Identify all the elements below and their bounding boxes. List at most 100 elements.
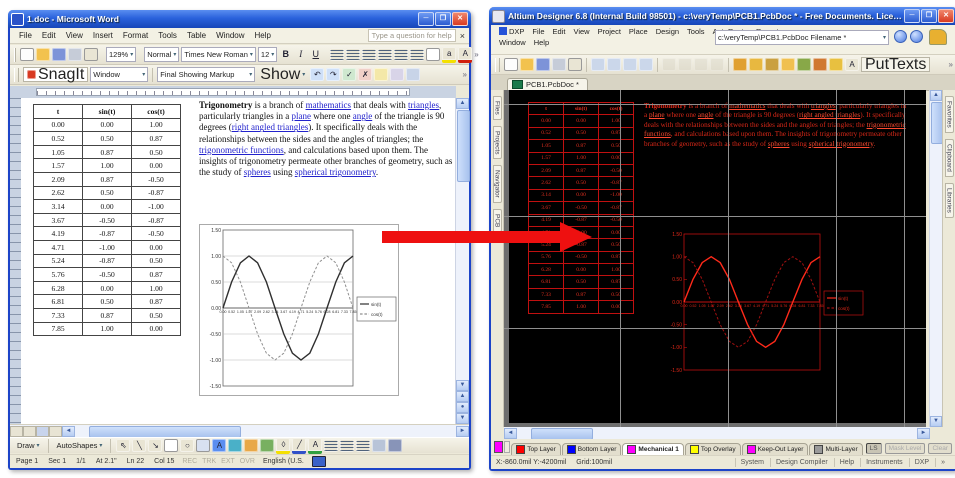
ls-button[interactable]: LS (866, 443, 882, 454)
cut-icon[interactable] (662, 58, 676, 71)
place-string-icon[interactable]: A (845, 58, 859, 71)
open-icon[interactable] (520, 58, 534, 71)
scroll-left-icon[interactable]: ◄ (62, 426, 75, 437)
scroll-thumb[interactable] (457, 110, 470, 182)
pcb-document-tab[interactable]: PCB1.PcbDoc * (507, 78, 588, 90)
previous-change-icon[interactable]: ↶ (310, 68, 324, 81)
menu-help[interactable]: Help (530, 37, 553, 48)
panel-tab-projects[interactable]: Projects (493, 126, 502, 159)
hyperlink[interactable]: right angled triangles (232, 122, 308, 132)
scroll-right-icon[interactable]: ► (917, 428, 930, 439)
open-folder-icon[interactable] (36, 48, 50, 61)
new-document-icon[interactable] (504, 58, 518, 71)
menu-file[interactable]: File (528, 26, 548, 37)
snagit-button[interactable]: SnagIt (23, 67, 88, 82)
zoom-window-icon[interactable] (591, 58, 605, 71)
web-layout-view-button[interactable] (23, 426, 36, 437)
hyperlink[interactable]: trigonometric functions (199, 145, 284, 155)
layer-tab-keep-out-layer[interactable]: Keep-Out Layer (742, 443, 809, 455)
scroll-down-icon[interactable]: ▼ (930, 416, 942, 427)
word-vertical-scrollbar[interactable]: ▲ ▼ ▲ ● ▼ (455, 98, 469, 424)
place-fill-icon[interactable] (797, 58, 811, 71)
show-menu-button[interactable]: Show▾ (257, 68, 308, 81)
toolbar-overflow-chevron[interactable]: » (949, 60, 953, 69)
status-toggle-rec[interactable]: REC (182, 458, 197, 465)
menu-insert[interactable]: Insert (88, 30, 118, 41)
print-icon[interactable] (68, 48, 82, 61)
new-comment-icon[interactable] (374, 68, 388, 81)
menu-help[interactable]: Help (250, 30, 276, 41)
menu-view[interactable]: View (569, 26, 593, 37)
layer-tab-multi-layer[interactable]: Multi-Layer (809, 443, 862, 455)
panel-tab-libraries[interactable]: Libraries (945, 183, 954, 218)
minimize-button[interactable]: ─ (904, 9, 920, 23)
snagit-window-combo[interactable]: Window▾ (90, 67, 148, 82)
panel-tab-clipboard[interactable]: Clipboard (945, 139, 954, 177)
status-toggle-ovr[interactable]: OVR (240, 458, 255, 465)
altium-vertical-scrollbar[interactable]: ▲ ▼ (929, 90, 942, 427)
menu-edit[interactable]: Edit (37, 30, 61, 41)
hyperlink[interactable]: spheres (768, 140, 790, 148)
layer-tab-mechanical-1[interactable]: Mechanical 1 (622, 443, 683, 455)
save-icon[interactable] (536, 58, 550, 71)
clear-button[interactable]: Clear (928, 443, 952, 454)
print-icon[interactable] (552, 58, 566, 71)
layer-color-button[interactable] (504, 441, 510, 453)
puttexts-button[interactable]: PutTexts (861, 57, 930, 72)
document-filter-combo[interactable]: c:\veryTemp\PCB1.PcbDoc Filename *▾ (715, 30, 889, 45)
align-center-icon[interactable] (346, 48, 360, 61)
wordart-icon[interactable]: A (212, 439, 226, 452)
menu-tools[interactable]: Tools (153, 30, 182, 41)
diagram-icon[interactable] (228, 439, 242, 452)
forward-icon[interactable] (910, 30, 923, 43)
undo-icon[interactable] (710, 58, 724, 71)
status-button-»[interactable]: » (935, 458, 950, 467)
status-button-help[interactable]: Help (834, 458, 859, 467)
reject-change-icon[interactable]: ✗ (358, 68, 372, 81)
menu-tools[interactable]: Tools (683, 26, 709, 37)
close-button[interactable]: ✕ (938, 9, 954, 23)
status-toggle-trk[interactable]: TRK (202, 458, 216, 465)
select-objects-icon[interactable]: ⇖ (116, 439, 130, 452)
dxp-customize-icon[interactable] (929, 29, 947, 45)
ask-a-question-box[interactable]: Type a question for help (368, 29, 456, 42)
place-line-icon[interactable] (733, 58, 747, 71)
toolbar-overflow-chevron[interactable]: » (474, 50, 478, 59)
maximize-button[interactable]: ❐ (435, 12, 451, 26)
scroll-left-icon[interactable]: ◄ (504, 428, 517, 439)
menu-design[interactable]: Design (652, 26, 683, 37)
scroll-right-icon[interactable]: ► (456, 426, 469, 437)
pcb-canvas[interactable]: tsin(t)cos(t)0.000.001.000.520.500.871.0… (504, 90, 926, 427)
hyperlink[interactable]: spherical trigonometry (809, 140, 874, 148)
text-box-icon[interactable] (196, 439, 210, 452)
toolbar-overflow-chevron[interactable]: » (463, 70, 467, 79)
word-chart[interactable]: 1.501.000.500.00-0.50-1.00-1.500.000.521… (199, 224, 399, 396)
fill-color-icon[interactable]: ◊ (276, 438, 290, 454)
altium-horizontal-scrollbar[interactable]: ◄ ► (504, 427, 930, 439)
draw-menu-button[interactable]: Draw▾ (14, 439, 43, 452)
place-arc-icon[interactable] (781, 58, 795, 71)
style-combo[interactable]: Normal▾ (144, 47, 179, 62)
hyperlink[interactable]: mathematics (306, 100, 351, 110)
oval-icon[interactable]: ○ (180, 439, 194, 452)
scroll-up-icon[interactable]: ▲ (456, 98, 469, 109)
menu-dxp[interactable]: DXP (495, 26, 528, 37)
arrow-style-icon[interactable] (356, 439, 370, 452)
menu-place[interactable]: Place (625, 26, 652, 37)
scroll-down-icon[interactable]: ▼ (456, 380, 469, 391)
menu-view[interactable]: View (61, 30, 88, 41)
status-button-instruments[interactable]: Instruments (860, 458, 908, 467)
mask-level-button[interactable]: Mask Level (885, 443, 926, 454)
layer-tab-bottom-layer[interactable]: Bottom Layer (562, 443, 622, 455)
place-via-icon[interactable] (765, 58, 779, 71)
word-titlebar[interactable]: 1.doc - Microsoft Word ─ ❐ ✕ (8, 10, 471, 28)
toolbar-grip[interactable] (14, 48, 16, 62)
rectangle-icon[interactable] (164, 439, 178, 452)
layer-tab-top-overlay[interactable]: Top Overlay (685, 443, 741, 455)
justify-icon[interactable] (378, 48, 392, 61)
hyperlink[interactable]: triangles (408, 100, 439, 110)
line-style-icon[interactable] (324, 439, 338, 452)
filter-icon[interactable] (623, 58, 637, 71)
save-icon[interactable] (52, 48, 66, 61)
font-color-icon[interactable]: A (458, 47, 472, 63)
